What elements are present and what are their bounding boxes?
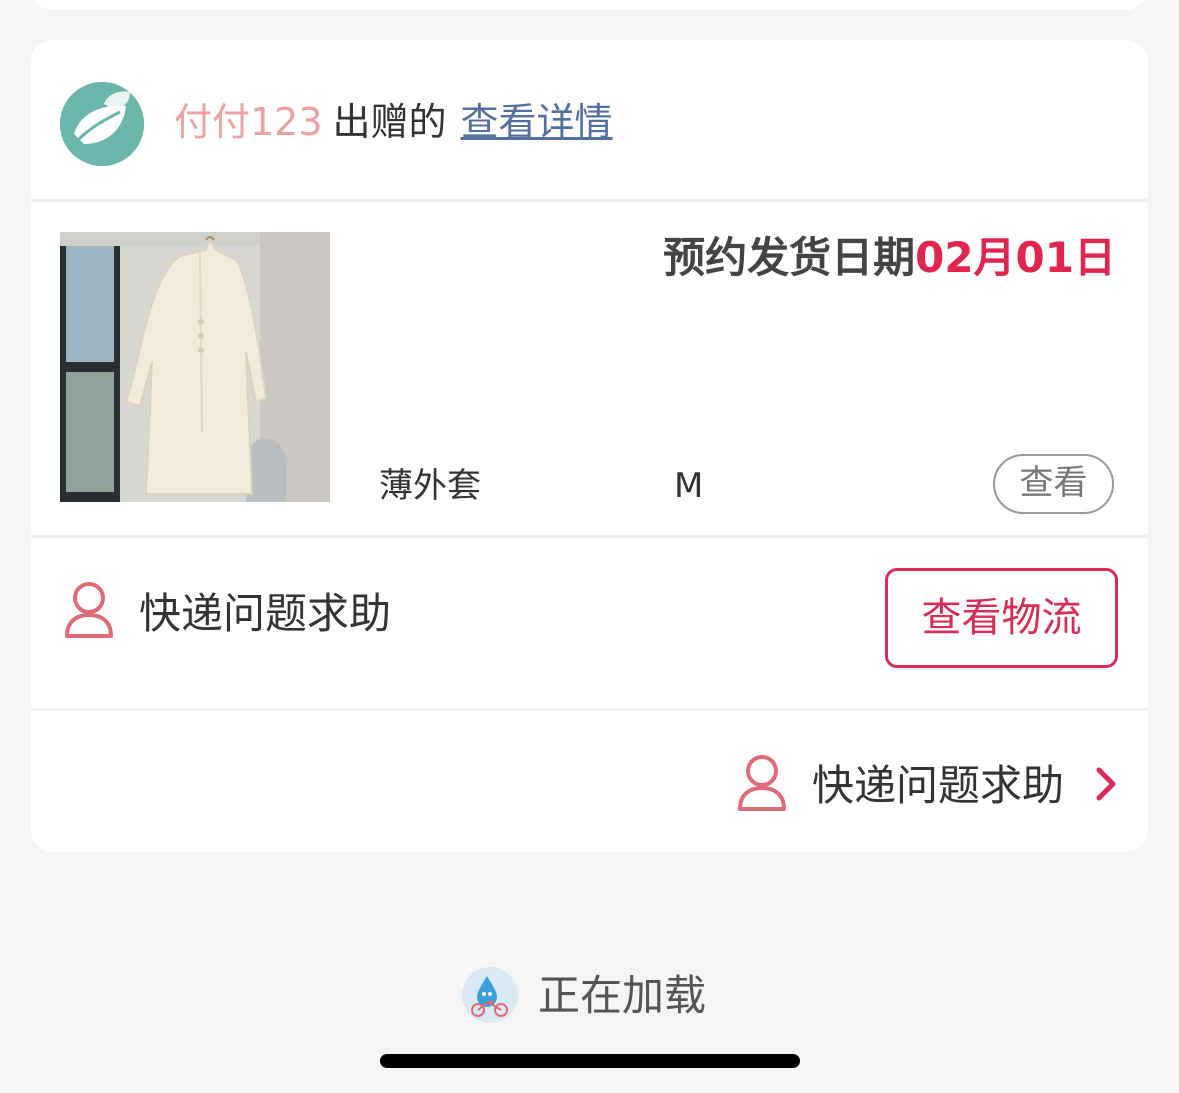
previous-card-bottom: [31, 0, 1148, 10]
donated-by-text: 出赠的: [332, 100, 447, 144]
view-item-button[interactable]: 查看: [993, 454, 1114, 514]
leaf-logo-icon: [60, 82, 144, 166]
loading-text: 正在加载: [538, 971, 707, 1020]
shipping-help-link[interactable]: 快递问题求助: [812, 756, 1064, 816]
donor-line: 付付123 出赠的 查看详情: [174, 92, 613, 152]
view-logistics-button[interactable]: 查看物流: [885, 568, 1118, 668]
item-photo[interactable]: [60, 232, 330, 502]
donor-name[interactable]: 付付123: [174, 100, 323, 144]
person-icon: [63, 581, 115, 639]
person-icon: [736, 754, 788, 812]
ship-date-value: 02月01日: [915, 233, 1116, 282]
home-indicator[interactable]: [380, 1054, 800, 1068]
scheduled-ship-date: 预约发货日期02月01日: [663, 228, 1116, 288]
item-name: 薄外套: [379, 466, 481, 506]
divider: [31, 199, 1148, 202]
shipping-help-label[interactable]: 快递问题求助: [139, 584, 391, 644]
divider: [31, 708, 1148, 711]
view-details-link[interactable]: 查看详情: [461, 100, 613, 144]
ship-date-label: 预约发货日期: [663, 233, 916, 282]
water-drop-bicycle-icon: [461, 966, 519, 1024]
donation-card: 付付123 出赠的 查看详情 预约发货日期02月01日 薄外套 M 查看 快递问…: [31, 40, 1148, 852]
chevron-right-icon[interactable]: [1094, 766, 1118, 802]
divider: [31, 535, 1148, 538]
item-size: M: [674, 466, 704, 506]
